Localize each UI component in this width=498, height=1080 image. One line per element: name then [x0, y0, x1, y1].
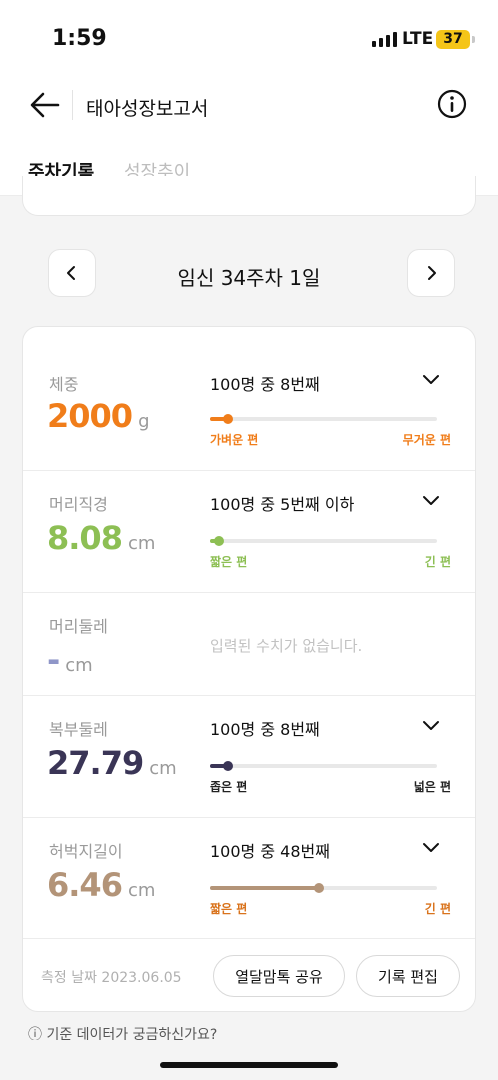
reference-data-link[interactable]: ⓘ 기준 데이터가 궁금하신가요?: [28, 1024, 217, 1040]
card-footer: 측정 날짜 2023.06.05 열달맘톡 공유 기록 편집: [23, 939, 475, 1011]
measurement-card: 체중 2000 g 100명 중 8번째 가벼운 편 무거운 편 머리직경 8.0…: [22, 326, 476, 1012]
percentile-marker: [223, 414, 233, 424]
chevron-left-icon: [67, 266, 75, 280]
measurement-row-head-circumference: 머리둘레 - cm 입력된 수치가 없습니다.: [23, 593, 475, 696]
measurement-row-femur-length: 허벅지길이 6.46 cm 100명 중 48번째 짧은 편 긴 편: [23, 818, 475, 939]
measurement-value: 27.79 cm: [47, 744, 177, 782]
percentile-marker: [214, 536, 224, 546]
battery-icon: 37: [436, 30, 475, 49]
percentile-rank: 100명 중 8번째: [210, 375, 320, 394]
percentile-bar: [210, 883, 437, 893]
status-bar: 1:59 LTE 37: [0, 0, 498, 74]
measurement-row-abdominal-circumference: 복부둘레 27.79 cm 100명 중 8번째 좁은 편 넓은 편: [23, 696, 475, 818]
range-high-label: 무거운 편: [402, 433, 451, 447]
collapsed-card: [22, 176, 476, 216]
percentile-fill: [210, 886, 319, 890]
range-high-label: 긴 편: [424, 555, 451, 569]
measurement-label: 머리직경: [49, 495, 108, 514]
empty-value-message: 입력된 수치가 없습니다.: [210, 637, 363, 655]
info-circle-icon[interactable]: [436, 88, 468, 120]
measurement-value: 8.08 cm: [47, 519, 156, 557]
percentile-bar: [210, 761, 437, 771]
chevron-down-icon[interactable]: [421, 837, 441, 857]
measurement-date: 측정 날짜 2023.06.05: [41, 970, 182, 986]
range-low-label: 가벼운 편: [210, 433, 259, 447]
range-low-label: 짧은 편: [210, 902, 248, 916]
measurement-value: - cm: [47, 641, 93, 679]
measurement-value: 6.46 cm: [47, 866, 156, 904]
measurement-row-head-diameter: 머리직경 8.08 cm 100명 중 5번째 이하 짧은 편 긴 편: [23, 471, 475, 593]
percentile-rank: 100명 중 5번째 이하: [210, 495, 355, 514]
percentile-marker: [314, 883, 324, 893]
measurement-label: 복부둘레: [49, 720, 108, 739]
range-low-label: 좁은 편: [210, 780, 248, 794]
range-high-label: 넓은 편: [413, 780, 451, 794]
percentile-marker: [223, 761, 233, 771]
network-label: LTE: [402, 29, 434, 49]
chevron-right-icon: [428, 266, 436, 280]
measurement-row-weight: 체중 2000 g 100명 중 8번째 가벼운 편 무거운 편: [23, 327, 475, 471]
range-high-label: 긴 편: [424, 902, 451, 916]
percentile-rank: 100명 중 8번째: [210, 720, 320, 739]
signal-icon: [372, 32, 397, 47]
measurement-label: 체중: [49, 375, 79, 394]
measurement-label: 머리둘레: [49, 617, 108, 636]
app-header: 태아성장보고서: [0, 74, 498, 142]
status-time: 1:59: [52, 26, 107, 51]
header-divider: [72, 90, 73, 120]
percentile-bar: [210, 414, 437, 424]
previous-week-button[interactable]: [48, 249, 96, 297]
next-week-button[interactable]: [407, 249, 455, 297]
page-title: 태아성장보고서: [86, 98, 209, 120]
chevron-down-icon[interactable]: [421, 490, 441, 510]
percentile-rank: 100명 중 48번째: [210, 842, 330, 861]
measurement-value: 2000 g: [47, 397, 150, 435]
home-indicator: [160, 1062, 338, 1068]
edit-record-button[interactable]: 기록 편집: [356, 955, 460, 997]
chevron-down-icon[interactable]: [421, 369, 441, 389]
week-label: 임신 34주차 1일: [177, 266, 321, 290]
share-button[interactable]: 열달맘톡 공유: [213, 955, 345, 997]
range-low-label: 짧은 편: [210, 555, 248, 569]
arrow-left-icon[interactable]: [28, 88, 62, 122]
chevron-down-icon[interactable]: [421, 715, 441, 735]
percentile-bar: [210, 536, 437, 546]
measurement-label: 허벅지길이: [49, 842, 123, 861]
